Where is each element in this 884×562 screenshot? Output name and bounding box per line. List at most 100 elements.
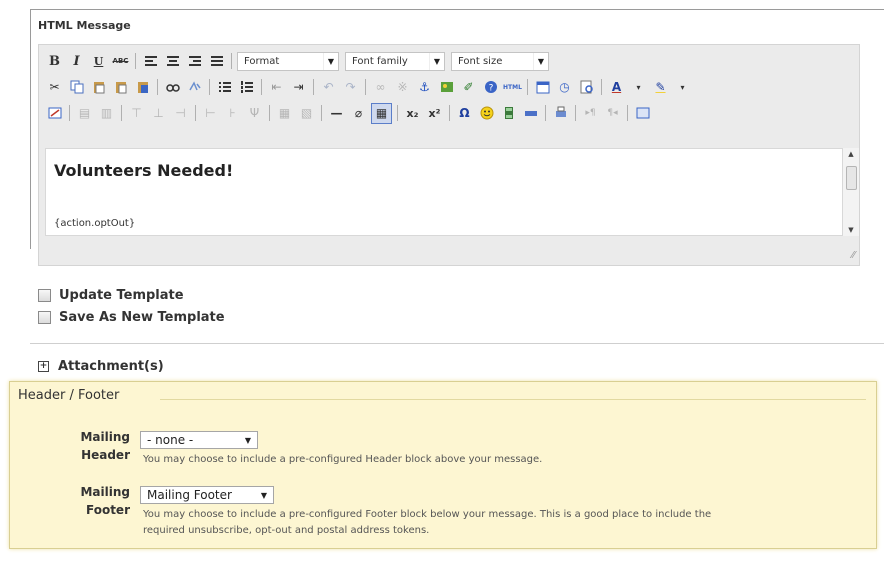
mailing-header-help: You may choose to include a pre-configur… <box>143 454 543 465</box>
align-justify-icon[interactable] <box>207 52 226 71</box>
update-template-label: Update Template <box>59 288 184 303</box>
header-footer-panel: Header / Footer Mailing Header - none - … <box>9 381 877 549</box>
insert-col-after-icon[interactable]: ⊦ <box>223 104 242 123</box>
font-color-button[interactable]: A <box>607 78 626 97</box>
numbered-list-icon[interactable] <box>237 78 256 97</box>
table-icon[interactable] <box>45 104 64 123</box>
bold-button[interactable]: B <box>45 52 64 71</box>
underline-button[interactable]: U <box>89 52 108 71</box>
attachments-toggle[interactable]: + Attachment(s) <box>38 359 164 374</box>
insert-time-icon[interactable]: ◷ <box>555 78 574 97</box>
undo-icon[interactable]: ↶ <box>319 78 338 97</box>
paste-text-icon[interactable] <box>111 78 130 97</box>
image-icon[interactable] <box>437 78 456 97</box>
toolbar-separator <box>261 79 262 95</box>
visual-aid-icon[interactable]: ▦ <box>371 102 392 124</box>
toolbar-separator <box>135 53 136 69</box>
highlight-color-icon[interactable]: ✎ <box>651 78 670 97</box>
font-size-select[interactable]: Font size ▼ <box>451 51 549 71</box>
align-left-icon[interactable] <box>141 52 160 71</box>
html-source-button[interactable]: HTML <box>503 78 522 97</box>
merge-cells-icon[interactable]: ▧ <box>297 104 316 123</box>
save-as-new-template-option[interactable]: Save As New Template <box>38 310 225 325</box>
emoticon-icon[interactable] <box>477 104 496 123</box>
font-color-dropdown-icon[interactable]: ▾ <box>629 78 648 97</box>
highlight-dropdown-icon[interactable]: ▾ <box>673 78 692 97</box>
cleanup-icon[interactable]: ✐ <box>459 78 478 97</box>
editor-scrollbar[interactable]: ▲ ▼ <box>843 148 859 236</box>
save-as-new-template-label: Save As New Template <box>59 310 225 325</box>
iframe-icon[interactable] <box>521 104 540 123</box>
media-icon[interactable] <box>499 104 518 123</box>
ltr-icon[interactable]: ▸¶ <box>581 104 600 123</box>
paste-icon[interactable] <box>89 78 108 97</box>
update-template-option[interactable]: Update Template <box>38 288 184 303</box>
format-select[interactable]: Format ▼ <box>237 51 339 71</box>
save-as-new-template-checkbox[interactable] <box>38 311 51 324</box>
anchor-icon[interactable]: ⚓ <box>415 78 434 97</box>
insert-col-before-icon[interactable]: ⊢ <box>201 104 220 123</box>
cut-icon[interactable]: ✂ <box>45 78 64 97</box>
mailing-header-select[interactable]: - none - ▼ <box>140 431 258 449</box>
bullet-list-icon[interactable] <box>215 78 234 97</box>
superscript-button[interactable]: x² <box>425 104 444 123</box>
preview-icon[interactable] <box>577 78 596 97</box>
editor-content-area[interactable]: Volunteers Needed! {action.optOut} <box>45 148 843 236</box>
insert-date-icon[interactable] <box>533 78 552 97</box>
toolbar-separator <box>601 79 602 95</box>
insert-row-before-icon[interactable]: ⊤ <box>127 104 146 123</box>
toolbar-separator <box>321 105 322 121</box>
rtl-icon[interactable]: ¶◂ <box>603 104 622 123</box>
remove-format-icon[interactable]: ⌀ <box>349 104 368 123</box>
toolbar-separator <box>121 105 122 121</box>
find-icon[interactable] <box>163 78 182 97</box>
mailing-footer-select[interactable]: Mailing Footer ▼ <box>140 486 274 504</box>
mailing-header-label-line-2: Header <box>81 448 130 462</box>
help-icon[interactable]: ? <box>481 78 500 97</box>
toolbar-separator <box>195 105 196 121</box>
mailing-footer-help-line-1: You may choose to include a pre-configur… <box>143 509 712 520</box>
svg-text:?: ? <box>488 84 493 94</box>
scroll-down-icon[interactable]: ▼ <box>843 226 859 234</box>
copy-icon[interactable] <box>67 78 86 97</box>
indent-icon[interactable]: ⇥ <box>289 78 308 97</box>
toolbar-separator <box>313 79 314 95</box>
resize-handle-icon[interactable]: ⁄⁄ <box>845 251 855 261</box>
font-family-select[interactable]: Font family ▼ <box>345 51 445 71</box>
italic-button[interactable]: I <box>67 52 86 71</box>
mailing-footer-select-value: Mailing Footer <box>147 488 232 502</box>
delete-row-icon[interactable]: ⊣ <box>171 104 190 123</box>
outdent-icon[interactable]: ⇤ <box>267 78 286 97</box>
paste-word-icon[interactable] <box>133 78 152 97</box>
strikethrough-button[interactable]: ABC <box>111 52 130 71</box>
toolbar-separator <box>69 105 70 121</box>
legend-line <box>160 399 866 400</box>
cell-props-icon[interactable]: ▥ <box>97 104 116 123</box>
scrollbar-thumb[interactable] <box>846 166 857 190</box>
fullscreen-icon[interactable] <box>633 104 652 123</box>
redo-icon[interactable]: ↷ <box>341 78 360 97</box>
toolbar-separator <box>527 79 528 95</box>
print-icon[interactable] <box>551 104 570 123</box>
subscript-button[interactable]: x₂ <box>403 104 422 123</box>
scroll-up-icon[interactable]: ▲ <box>843 150 859 158</box>
insert-row-after-icon[interactable]: ⊥ <box>149 104 168 123</box>
toolbar-separator <box>269 105 270 121</box>
split-cells-icon[interactable]: ▦ <box>275 104 294 123</box>
unlink-icon[interactable]: ※ <box>393 78 412 97</box>
toolbar-row-2: ✂ ⇤ ⇥ ↶ ↷ ∞ ※ ⚓ ✐ ? HTML ◷ A ▾ ✎ ▾ <box>45 75 695 99</box>
delete-col-icon[interactable]: Ψ <box>245 104 264 123</box>
section-top-border <box>30 9 884 10</box>
mailing-footer-help: You may choose to include a pre-configur… <box>143 507 863 539</box>
row-props-icon[interactable]: ▤ <box>75 104 94 123</box>
horizontal-rule-icon[interactable]: — <box>327 104 346 123</box>
format-select-value: Format <box>244 55 280 67</box>
toolbar-separator <box>209 79 210 95</box>
link-icon[interactable]: ∞ <box>371 78 390 97</box>
section-divider <box>30 343 884 344</box>
replace-icon[interactable] <box>185 78 204 97</box>
align-center-icon[interactable] <box>163 52 182 71</box>
align-right-icon[interactable] <box>185 52 204 71</box>
special-char-button[interactable]: Ω <box>455 104 474 123</box>
update-template-checkbox[interactable] <box>38 289 51 302</box>
